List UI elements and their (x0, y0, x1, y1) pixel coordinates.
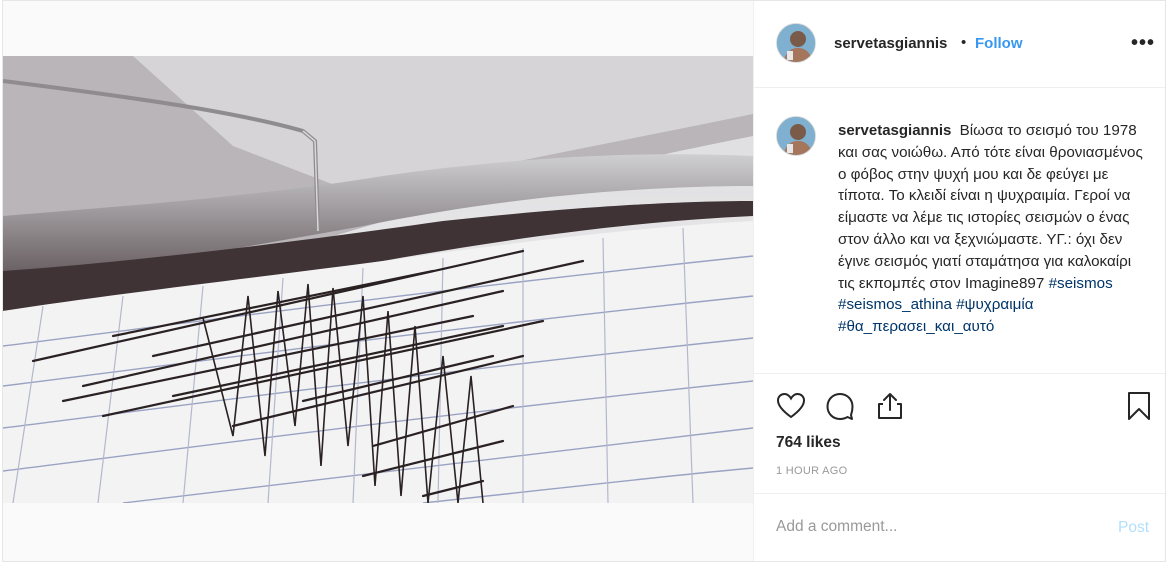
separator-dot: • (961, 34, 967, 51)
hashtag-link[interactable]: #θα_περασει_και_αυτό (838, 318, 994, 335)
likes-count[interactable]: 764 likes (776, 434, 841, 452)
header-username[interactable]: servetasgiannis (834, 35, 947, 52)
post-timestamp[interactable]: 1 HOUR AGO (776, 465, 847, 477)
caption-username[interactable]: servetasgiannis (838, 122, 951, 139)
caption-section: servetasgiannis Βίωσα το σεισμό του 1978… (754, 89, 1165, 372)
caption-text-block: servetasgiannis Βίωσα το σεισμό του 1978… (838, 120, 1148, 338)
post-media (3, 1, 753, 561)
hashtag-link[interactable]: #seismos_athina (838, 296, 952, 313)
add-comment-section: Post (754, 493, 1165, 561)
comment-icon[interactable] (825, 391, 855, 421)
avatar[interactable] (776, 23, 816, 63)
caption-avatar[interactable] (776, 116, 816, 156)
action-bar: 764 likes 1 HOUR AGO (754, 373, 1165, 493)
follow-button[interactable]: Follow (975, 35, 1023, 52)
caption-text: Βίωσα το σεισμό του 1978 και σας νοιώθω.… (838, 122, 1143, 292)
post-card: servetasgiannis • Follow ••• servetasgia… (2, 0, 1166, 562)
hashtag-link[interactable]: #seismos (1049, 275, 1113, 292)
more-options-icon[interactable]: ••• (1131, 32, 1155, 55)
share-icon[interactable] (875, 391, 905, 421)
hashtag-link[interactable]: #ψυχραιμία (956, 296, 1033, 313)
post-comment-button[interactable]: Post (1118, 519, 1149, 537)
bookmark-icon[interactable] (1124, 391, 1154, 421)
seismograph-photo[interactable] (3, 56, 753, 503)
heart-icon[interactable] (776, 391, 806, 421)
post-sidebar: servetasgiannis • Follow ••• servetasgia… (753, 1, 1165, 561)
post-header: servetasgiannis • Follow ••• (754, 1, 1165, 88)
comment-input[interactable] (776, 516, 1096, 538)
